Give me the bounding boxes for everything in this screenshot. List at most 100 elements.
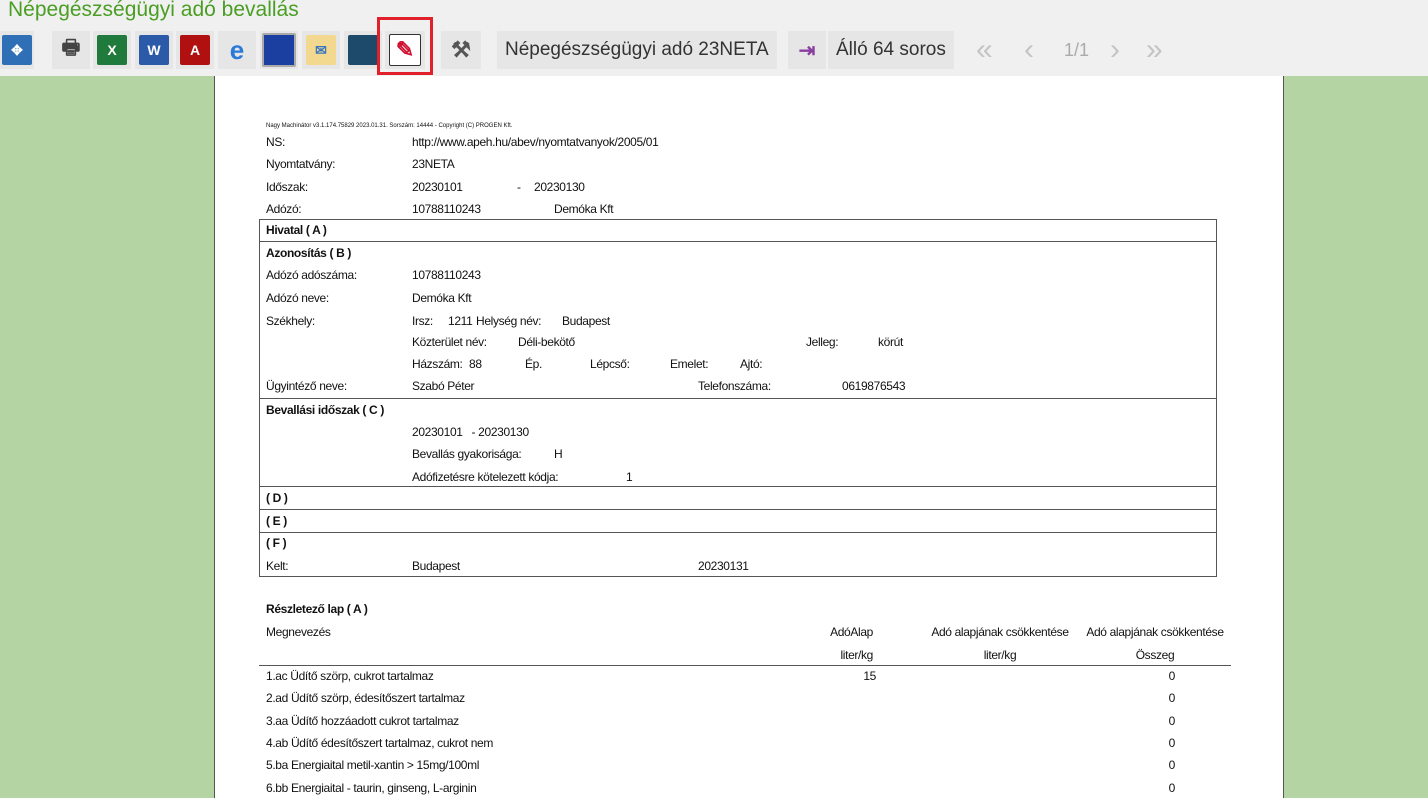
city-value: Budapest — [562, 314, 610, 328]
col1-unit: liter/kg — [840, 648, 873, 662]
kelt-label: Kelt: — [266, 559, 289, 573]
row-base: 15 — [863, 669, 876, 683]
excel-icon: X — [97, 35, 127, 65]
col2-header: Adó alapjának csökkentése — [931, 625, 1069, 639]
tools-icon: ⚒ — [451, 37, 471, 62]
freq-label: Bevallás gyakorisága: — [412, 447, 522, 461]
type-label: Jelleg: — [806, 335, 839, 349]
settings-button[interactable]: ⚒ — [441, 31, 481, 69]
tax-number-label: Adózó adószáma: — [266, 268, 357, 282]
col-name-header: Megnevezés — [266, 625, 331, 639]
row-name: 5.ba Energiaital metil-xantin > 15mg/100… — [266, 758, 480, 773]
monitor-icon — [262, 33, 296, 67]
type-value: körút — [878, 335, 903, 349]
col3-unit: Összeg — [1135, 648, 1175, 662]
house-value: 88 — [469, 357, 482, 371]
pdf-export-button[interactable]: A — [176, 31, 214, 69]
stair-label: Lépcső: — [590, 357, 630, 371]
word-icon: W — [139, 35, 169, 65]
row-sum: 0 — [1168, 780, 1176, 795]
first-page-button[interactable]: « — [976, 31, 993, 69]
period-from: 20230101 — [412, 180, 463, 194]
period-dash: - — [517, 180, 521, 194]
zip-value: 1211 — [448, 314, 473, 328]
freq-value: H — [554, 447, 563, 461]
phone-value: 0619876543 — [842, 379, 906, 393]
highlight-box — [377, 17, 433, 75]
admin-value: Szabó Péter — [412, 379, 475, 393]
street-value: Déli-bekötő — [518, 335, 575, 349]
ns-label: NS: — [266, 135, 285, 149]
next-page-button[interactable]: › — [1110, 31, 1120, 69]
mail-icon: ✉ — [306, 35, 336, 65]
section-d-box — [259, 486, 1217, 510]
document-page: Nagy Machinátor v3.1.174.75829 2023.01.3… — [214, 76, 1284, 798]
section-e-title: ( E ) — [266, 514, 287, 528]
browser-button[interactable]: e — [218, 31, 256, 69]
row-name: 4.ab Üdítő édesítőszert tartalmaz, cukro… — [266, 735, 494, 750]
city-label: Helység név: — [476, 314, 542, 328]
window-title: Népegészségügyi adó bevallás — [8, 0, 299, 21]
prev-page-button[interactable]: ‹ — [1024, 31, 1034, 69]
ns-value: http://www.apeh.hu/abev/nyomtatvanyok/20… — [412, 135, 659, 149]
row-name: 6.bb Energiaital - taurin, ginseng, L-ar… — [266, 780, 477, 795]
form-label: Nyomtatvány: — [266, 157, 336, 171]
file-cabinet-icon — [348, 35, 378, 65]
screen-button[interactable] — [260, 31, 298, 69]
orientation-selector[interactable]: Álló 64 soros — [828, 31, 954, 69]
row-name: 3.aa Üdítő hozzáadott cukrot tartalmaz — [266, 713, 459, 728]
period-label: Időszak: — [266, 180, 308, 194]
section-c-title: Bevallási időszak ( C ) — [266, 403, 384, 417]
switch-button[interactable]: ⇥ — [788, 31, 826, 69]
code-label: Adófizetésre kötelezett kódja: — [412, 470, 559, 484]
form-selector[interactable]: Népegészségügyi adó 23NETA — [497, 31, 777, 69]
floor-label: Emelet: — [670, 357, 709, 371]
excel-export-button[interactable]: X — [93, 31, 131, 69]
taxpayer-name: Demóka Kft — [554, 202, 614, 216]
row-sum: 0 — [1168, 758, 1176, 773]
print-button[interactable]: 🖶 — [52, 31, 90, 69]
row-sum: 0 — [1168, 713, 1176, 728]
section-b-box — [259, 241, 1217, 399]
tax-number: 10788110243 — [412, 268, 481, 282]
printer-icon: 🖶 — [61, 37, 81, 59]
phone-label: Telefonszáma: — [698, 379, 771, 393]
page-indicator: 1/1 — [1064, 40, 1090, 60]
zip-label: Irsz: — [412, 314, 433, 328]
col3-header: Adó alapjának csökkentése — [1086, 625, 1224, 639]
section-a-title: Hivatal ( A ) — [266, 223, 327, 237]
code-value: 1 — [626, 470, 633, 484]
row-sum: 0 — [1168, 735, 1176, 750]
name-value: Demóka Kft — [412, 291, 472, 305]
switch-icon: ⇥ — [798, 39, 816, 62]
row-name: 2.ad Üdítő szörp, édesítőszert tartalmaz — [266, 691, 465, 706]
admin-label: Ügyintéző neve: — [266, 379, 347, 393]
toolbar-area: Népegészségügyi adó bevallás ✥ 🖶 X W A e… — [0, 0, 1428, 76]
detail-title: Részletező lap ( A ) — [266, 602, 368, 616]
section-b-title: Azonosítás ( B ) — [266, 246, 352, 260]
col2-unit: liter/kg — [983, 648, 1017, 662]
fullscreen-button[interactable]: ✥ — [0, 31, 34, 69]
kelt-date: 20230131 — [698, 559, 749, 573]
seat-label: Székhely: — [266, 314, 315, 328]
last-page-button[interactable]: » — [1146, 31, 1163, 69]
section-f-title: ( F ) — [266, 536, 287, 550]
row-sum: 0 — [1168, 691, 1176, 706]
email-button[interactable]: ✉ — [302, 31, 340, 69]
section-e-box — [259, 509, 1217, 533]
header-divider — [259, 665, 1231, 666]
c-period: 20230101 - 20230130 — [412, 425, 529, 439]
word-export-button[interactable]: W — [135, 31, 173, 69]
form-value: 23NETA — [412, 157, 455, 171]
pdf-icon: A — [180, 35, 210, 65]
section-c-box — [259, 398, 1217, 487]
kelt-city: Budapest — [412, 559, 460, 573]
period-to: 20230130 — [534, 180, 585, 194]
internet-explorer-icon: e — [229, 34, 245, 65]
header-note: Nagy Machinátor v3.1.174.75829 2023.01.3… — [266, 123, 513, 129]
building-label: Ép. — [525, 357, 542, 371]
door-label: Ajtó: — [740, 357, 763, 371]
row-name: 1.ac Üdítő szörp, cukrot tartalmaz — [266, 669, 434, 683]
col1-header: AdóAlap — [830, 625, 873, 639]
section-d-title: ( D ) — [266, 491, 288, 505]
